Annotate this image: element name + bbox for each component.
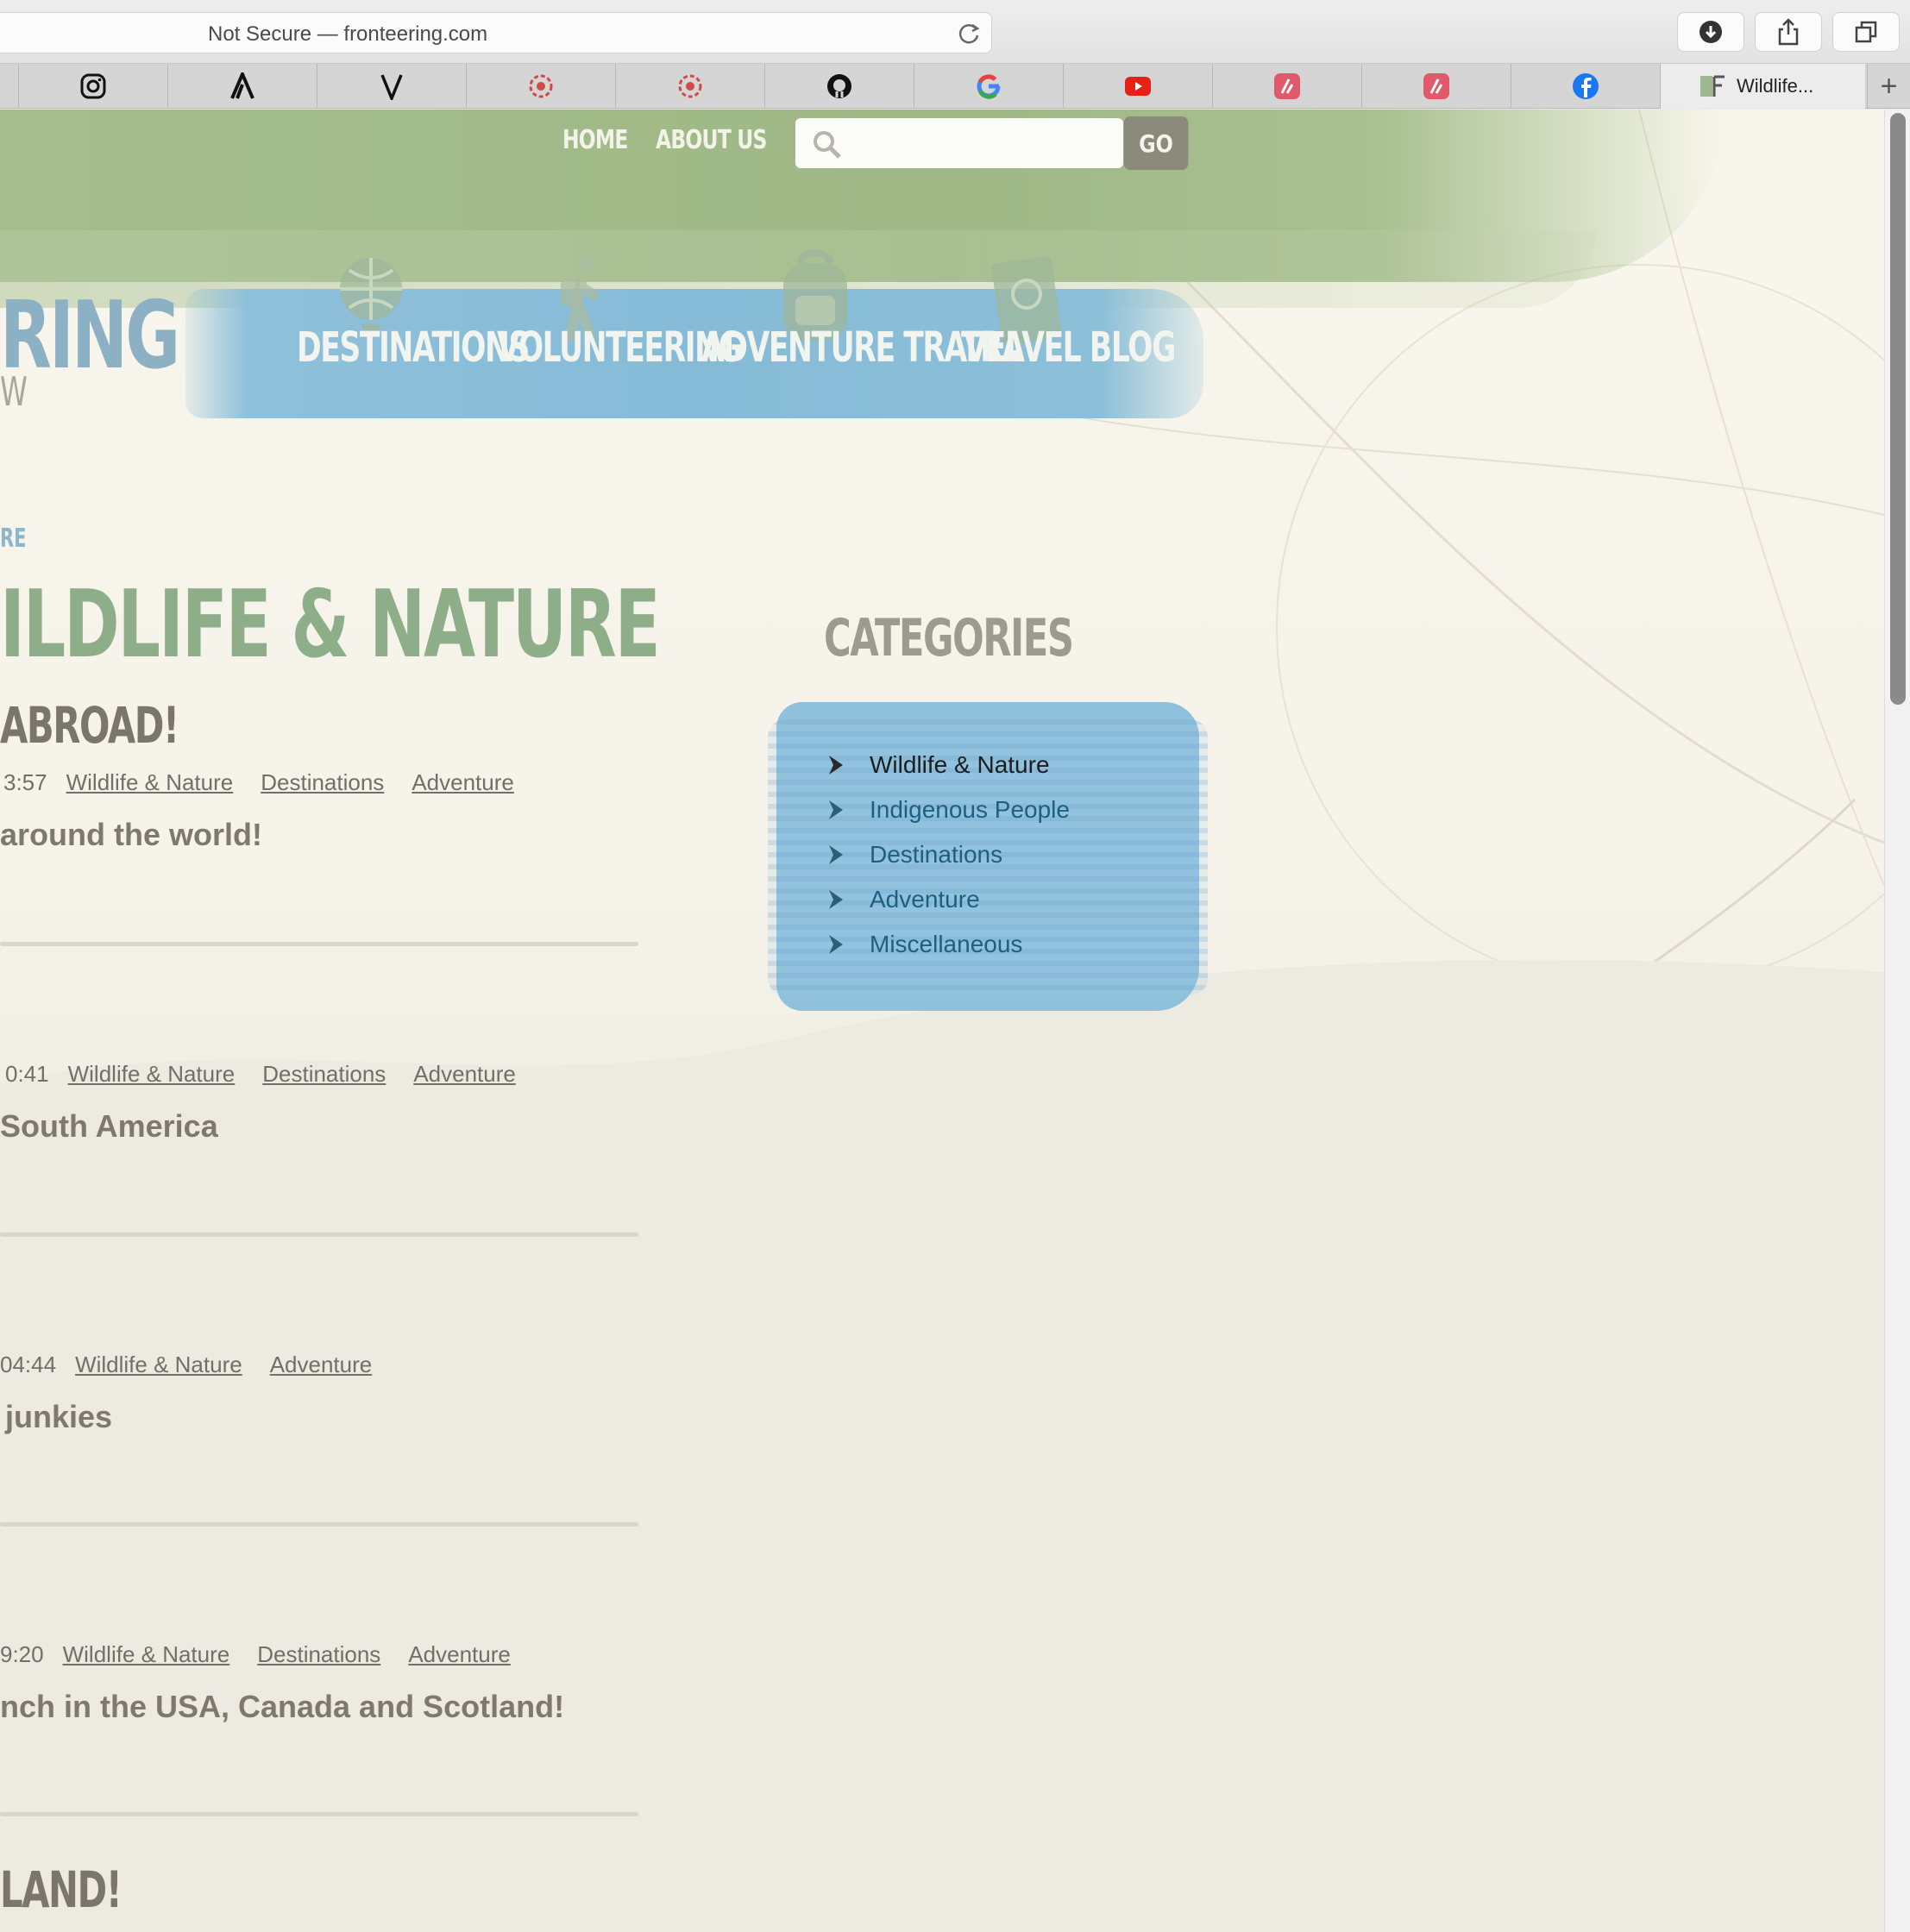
chevron-right-icon bbox=[829, 890, 843, 909]
post-tag[interactable]: Destinations bbox=[261, 769, 384, 795]
category-adventure[interactable]: Adventure bbox=[826, 886, 980, 913]
tab-red-app-1[interactable] bbox=[1212, 64, 1361, 109]
address-bar[interactable]: Not Secure — fronteering.com bbox=[0, 12, 992, 53]
page-scrollbar[interactable] bbox=[1884, 110, 1910, 1932]
search-go-button[interactable]: GO bbox=[1123, 116, 1189, 170]
post-tag[interactable]: Wildlife & Nature bbox=[75, 1352, 242, 1377]
red-wheel-icon bbox=[678, 74, 702, 98]
breadcrumb[interactable]: RE bbox=[0, 524, 27, 554]
chevron-right-icon bbox=[829, 935, 843, 954]
post-meta: 3:57 Wildlife & Nature Destinations Adventu… bbox=[3, 769, 542, 796]
post-divider bbox=[0, 1233, 638, 1237]
category-destinations[interactable]: Destinations bbox=[826, 841, 1002, 869]
google-icon bbox=[977, 74, 1001, 99]
nav-about-link[interactable]: ABOUT US bbox=[656, 125, 767, 155]
post-divider bbox=[0, 942, 638, 946]
tab-google[interactable] bbox=[914, 64, 1063, 109]
tab-red-app-2[interactable] bbox=[1361, 64, 1511, 109]
category-miscellaneous[interactable]: Miscellaneous bbox=[826, 931, 1022, 958]
tab-red-wheel-2[interactable] bbox=[615, 64, 764, 109]
share-icon bbox=[1778, 18, 1799, 46]
post-excerpt[interactable]: around the world! bbox=[0, 817, 262, 853]
post-meta: 9:20 Wildlife & Nature Destinations Adventu… bbox=[0, 1641, 538, 1668]
github-icon bbox=[827, 74, 851, 98]
instagram-icon bbox=[80, 73, 106, 99]
post-tag[interactable]: Wildlife & Nature bbox=[66, 769, 234, 795]
v-letter-icon bbox=[380, 74, 403, 100]
new-tab-button[interactable]: + bbox=[1867, 64, 1910, 109]
category-wildlife-nature[interactable]: Wildlife & Nature bbox=[826, 751, 1050, 779]
post-time: 04:44 bbox=[0, 1352, 57, 1377]
tab-active-wildlife[interactable]: Wildlife... bbox=[1660, 64, 1865, 109]
post-tag[interactable]: Adventure bbox=[412, 769, 514, 795]
post-meta: 04:44 Wildlife & Nature Adventure bbox=[0, 1352, 399, 1378]
post-tag[interactable]: Adventure bbox=[270, 1352, 373, 1377]
category-label: Indigenous People bbox=[870, 796, 1070, 823]
category-indigenous-people[interactable]: Indigenous People bbox=[826, 796, 1070, 824]
tab-v-site[interactable] bbox=[317, 64, 466, 109]
fronteering-favicon-icon bbox=[1700, 75, 1725, 97]
post-tag[interactable]: Wildlife & Nature bbox=[68, 1061, 236, 1087]
category-label: Wildlife & Nature bbox=[870, 751, 1050, 778]
post-tag[interactable]: Adventure bbox=[413, 1061, 516, 1087]
chevron-right-icon bbox=[829, 800, 843, 819]
post-time: 3:57 bbox=[3, 769, 47, 795]
post-excerpt[interactable]: nch in the USA, Canada and Scotland! bbox=[0, 1689, 564, 1725]
a-letter-icon bbox=[230, 72, 254, 99]
scrollbar-thumb[interactable] bbox=[1890, 113, 1906, 705]
downloads-button[interactable] bbox=[1677, 12, 1744, 52]
post-tag[interactable]: Adventure bbox=[408, 1641, 511, 1667]
page-viewport: HOME ABOUT US GO RING W DESTINATIONS VOL… bbox=[0, 110, 1884, 1932]
tab-instagram[interactable] bbox=[18, 64, 167, 109]
reload-icon[interactable] bbox=[955, 20, 983, 47]
tab-youtube[interactable] bbox=[1063, 64, 1212, 109]
post-meta: 0:41 Wildlife & Nature Destinations Adventu… bbox=[5, 1061, 543, 1088]
download-icon bbox=[1700, 21, 1722, 43]
category-label: Adventure bbox=[870, 886, 980, 913]
browser-toolbar: Not Secure — fronteering.com bbox=[0, 0, 1910, 64]
post-divider bbox=[0, 1522, 638, 1527]
post-time: 9:20 bbox=[0, 1641, 44, 1667]
red-app-icon bbox=[1423, 73, 1449, 99]
category-label: Destinations bbox=[870, 841, 1003, 868]
tab-facebook[interactable] bbox=[1511, 64, 1660, 109]
tab-bar: Wildlife... + bbox=[0, 64, 1910, 109]
nav-travel-blog[interactable]: TRAVEL BLOG bbox=[961, 323, 1176, 372]
tab-github[interactable] bbox=[764, 64, 914, 109]
post-excerpt[interactable]: South America bbox=[0, 1108, 218, 1145]
tab-red-wheel-1[interactable] bbox=[466, 64, 615, 109]
search-input[interactable] bbox=[852, 127, 1103, 160]
tabs-overview-icon bbox=[1855, 21, 1877, 43]
post-tag[interactable]: Destinations bbox=[262, 1061, 386, 1087]
address-text: Not Secure — fronteering.com bbox=[208, 22, 488, 46]
post-title[interactable]: LAND! bbox=[0, 1860, 123, 1919]
post-divider bbox=[0, 1812, 638, 1816]
page-title: ILDLIFE & NATURE bbox=[0, 571, 661, 679]
post-tag[interactable]: Wildlife & Nature bbox=[63, 1641, 230, 1667]
nav-destinations[interactable]: DESTINATIONS bbox=[297, 323, 530, 372]
categories-panel: Wildlife & Nature Indigenous People Dest… bbox=[768, 702, 1208, 1011]
post-title[interactable]: ABROAD! bbox=[0, 696, 179, 755]
site-logo-subtext: W bbox=[0, 368, 28, 415]
chevron-right-icon bbox=[829, 756, 843, 775]
nav-home-link[interactable]: HOME bbox=[562, 125, 628, 155]
red-wheel-icon bbox=[529, 74, 553, 98]
post-time: 0:41 bbox=[5, 1061, 49, 1087]
youtube-icon bbox=[1125, 77, 1151, 96]
post-excerpt[interactable]: junkies bbox=[5, 1399, 112, 1435]
search-icon bbox=[814, 131, 841, 159]
facebook-icon bbox=[1573, 73, 1599, 99]
tab-a-site[interactable] bbox=[167, 64, 317, 109]
search-box bbox=[795, 118, 1123, 168]
category-label: Miscellaneous bbox=[870, 931, 1023, 957]
share-button[interactable] bbox=[1755, 12, 1822, 52]
show-tabs-button[interactable] bbox=[1832, 12, 1900, 52]
categories-heading: CATEGORIES bbox=[824, 608, 1074, 668]
post-tag[interactable]: Destinations bbox=[257, 1641, 380, 1667]
red-app-icon bbox=[1274, 73, 1300, 99]
chevron-right-icon bbox=[829, 845, 843, 864]
active-tab-title: Wildlife... bbox=[1737, 75, 1814, 97]
